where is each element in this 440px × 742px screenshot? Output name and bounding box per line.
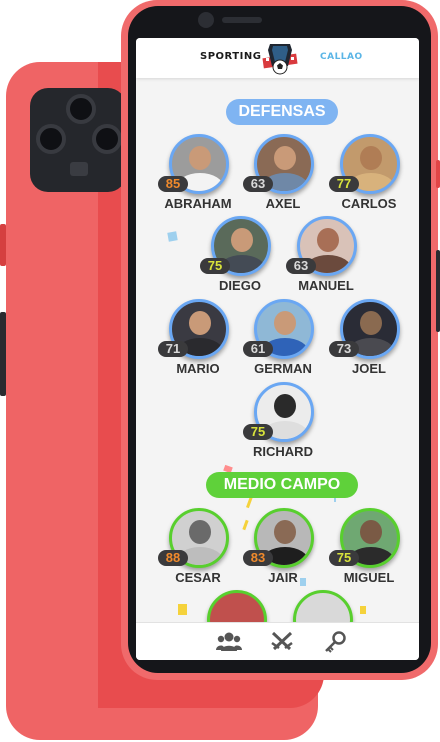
player-rating: 61	[243, 341, 273, 357]
player-name: JAIR	[268, 570, 298, 585]
power-button	[436, 160, 440, 188]
avatar-face	[274, 311, 296, 335]
camera-flash-icon	[70, 162, 88, 176]
avatar-face	[274, 146, 296, 170]
confetti-piece	[167, 231, 178, 242]
crossed-swords-icon[interactable]	[269, 631, 295, 653]
player-name: GERMAN	[254, 361, 312, 376]
player-card[interactable]: 75 DIEGO	[200, 216, 280, 300]
back-side-button	[0, 312, 6, 396]
avatar-face	[360, 311, 382, 335]
avatar-face	[274, 394, 296, 418]
player-rating: 75	[200, 258, 230, 274]
player-card[interactable]: 61 GERMAN	[243, 299, 323, 383]
players-group-icon[interactable]	[216, 631, 242, 653]
player-name: MIGUEL	[343, 570, 395, 585]
bottom-navigation	[136, 622, 419, 660]
avatar-face	[360, 520, 382, 544]
player-name: CARLOS	[341, 196, 397, 211]
player-rating: 77	[329, 176, 359, 192]
camera-lens-icon	[92, 124, 122, 154]
key-icon[interactable]	[322, 631, 348, 653]
player-name: RICHARD	[253, 444, 313, 459]
avatar-face	[189, 146, 211, 170]
brand-name-right: CALLAO	[320, 52, 363, 62]
front-camera-icon	[198, 12, 214, 28]
camera-lens-icon	[36, 124, 66, 154]
avatar-face	[317, 228, 339, 252]
confetti-piece	[360, 606, 366, 614]
player-card[interactable]: 88 CESAR	[158, 508, 238, 592]
avatar-face	[189, 520, 211, 544]
soccer-crest-icon	[262, 44, 298, 75]
player-card[interactable]: 63 AXEL	[243, 134, 323, 218]
player-name: MANUEL	[298, 278, 354, 293]
player-card[interactable]: 75 MIGUEL	[329, 508, 409, 592]
avatar-face	[360, 146, 382, 170]
player-name: AXEL	[265, 196, 301, 211]
rear-camera-module	[30, 88, 126, 192]
player-card[interactable]: 77 CARLOS	[329, 134, 409, 218]
player-rating: 85	[158, 176, 188, 192]
player-card[interactable]: 85 ABRAHAM	[158, 134, 238, 218]
avatar-face	[189, 311, 211, 335]
camera-lens-icon	[66, 94, 96, 124]
app-screen: SPORTING CALLAO DEFENSAS 85 ABRAHAM 63 A…	[136, 38, 419, 660]
brand-name-left: SPORTING	[200, 51, 262, 62]
player-card[interactable]: 75 RICHARD	[243, 382, 323, 466]
player-name: JOEL	[352, 361, 386, 376]
confetti-piece	[178, 604, 187, 615]
player-card[interactable]: 63 MANUEL	[286, 216, 366, 300]
section-title-defensas: DEFENSAS	[226, 99, 338, 125]
back-side-button	[0, 224, 6, 266]
player-rating: 75	[243, 424, 273, 440]
avatar-face	[274, 520, 296, 544]
player-rating: 73	[329, 341, 359, 357]
player-rating: 63	[243, 176, 273, 192]
player-rating: 71	[158, 341, 188, 357]
player-rating: 63	[286, 258, 316, 274]
player-rating: 88	[158, 550, 188, 566]
player-rating: 75	[329, 550, 359, 566]
volume-button	[436, 250, 440, 332]
avatar-face	[231, 228, 253, 252]
player-card[interactable]: 73 JOEL	[329, 299, 409, 383]
player-card[interactable]: 71 MARIO	[158, 299, 238, 383]
player-rating: 83	[243, 550, 273, 566]
speaker-grille	[222, 17, 262, 23]
app-header: SPORTING CALLAO	[136, 38, 419, 78]
section-title-medio-campo: MEDIO CAMPO	[206, 472, 358, 498]
player-card[interactable]: 83 JAIR	[243, 508, 323, 592]
player-name: DIEGO	[219, 278, 261, 293]
